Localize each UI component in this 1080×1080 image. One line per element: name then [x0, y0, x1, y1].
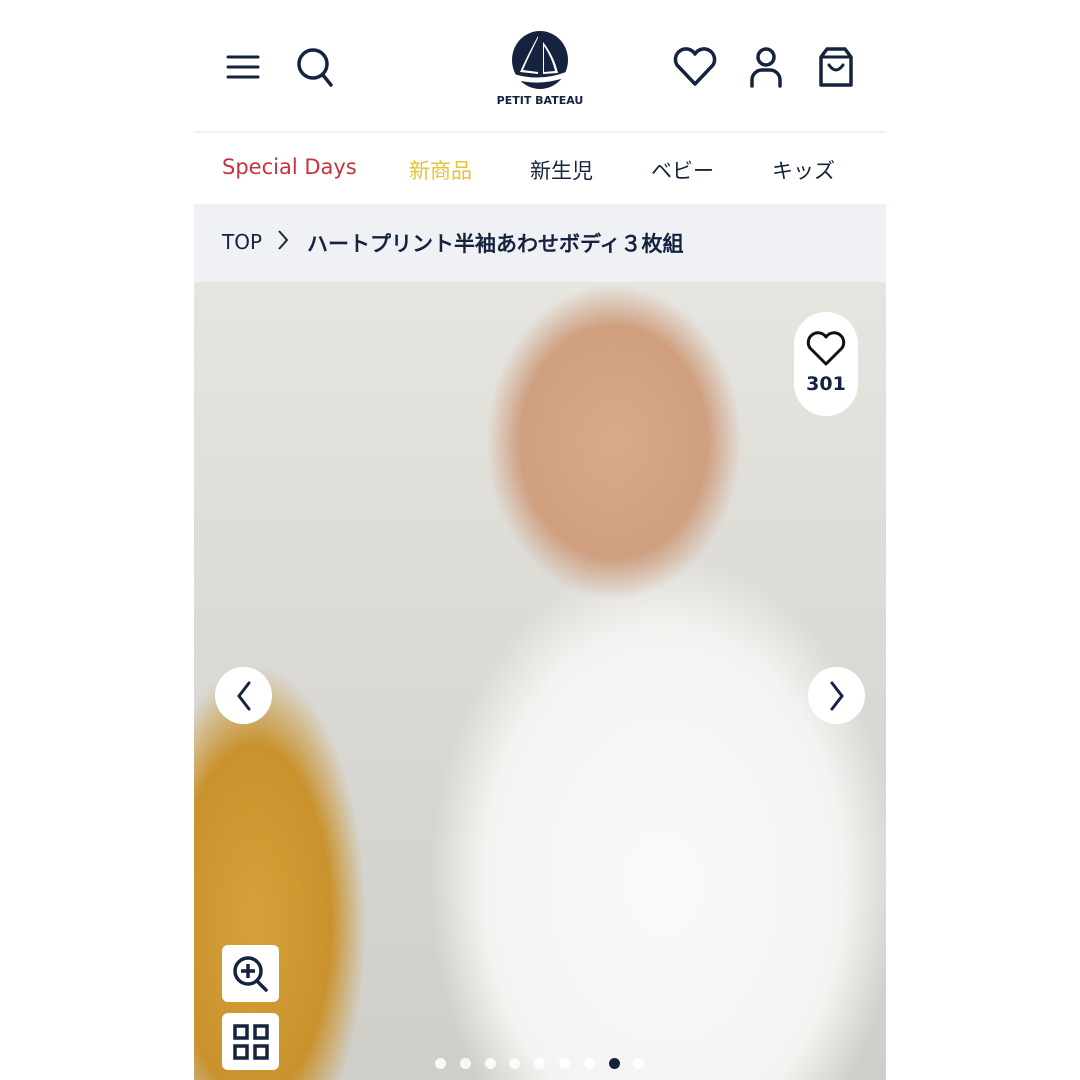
nav-item-special-days[interactable]: Special Days: [222, 155, 357, 179]
prev-slide-button[interactable]: [215, 667, 272, 724]
petit-bateau-logo[interactable]: PETIT BATEAU: [494, 26, 586, 110]
carousel-dot[interactable]: [484, 1058, 496, 1069]
chevron-right-icon: [276, 228, 290, 256]
breadcrumb-home[interactable]: TOP: [222, 230, 262, 254]
breadcrumb: TOP ハートプリント半袖あわせボディ３枚組: [194, 204, 886, 282]
carousel-dot[interactable]: [435, 1058, 446, 1069]
favorite-count: 301: [806, 373, 846, 395]
favorite-button[interactable]: 301: [794, 312, 858, 416]
carousel-pagination: [194, 1058, 886, 1070]
hamburger-menu-icon[interactable]: [224, 48, 262, 86]
category-nav: Special Days 新商品 新生児 ベビー キッズ: [194, 133, 886, 204]
nav-item-new-arrivals[interactable]: 新商品: [409, 155, 472, 185]
product-image-carousel[interactable]: 301: [194, 282, 886, 1080]
grid-view-icon: [232, 1023, 269, 1060]
carousel-dot[interactable]: [633, 1058, 645, 1069]
user-icon[interactable]: [746, 46, 786, 88]
carousel-dot[interactable]: [608, 1058, 620, 1069]
logo-text: PETIT BATEAU: [497, 94, 584, 107]
search-icon[interactable]: [294, 46, 336, 88]
carousel-dot[interactable]: [534, 1058, 546, 1069]
carousel-dot[interactable]: [583, 1058, 595, 1069]
product-page: PETIT BATEAU Special Days 新商品 新生児 ベビー キッ…: [194, 0, 886, 1080]
nav-item-baby[interactable]: ベビー: [651, 155, 714, 185]
zoom-in-icon: [232, 955, 268, 992]
carousel-dot[interactable]: [459, 1058, 471, 1069]
breadcrumb-current: ハートプリント半袖あわせボディ３枚組: [307, 232, 684, 256]
heart-icon[interactable]: [672, 46, 718, 88]
nav-item-newborn[interactable]: 新生児: [530, 155, 593, 185]
shopping-bag-icon[interactable]: [816, 44, 856, 90]
zoom-button[interactable]: [222, 945, 279, 1002]
chevron-left-icon: [236, 681, 250, 710]
next-slide-button[interactable]: [808, 667, 865, 724]
site-header: PETIT BATEAU: [194, 0, 886, 133]
nav-item-kids[interactable]: キッズ: [772, 155, 835, 185]
carousel-dot[interactable]: [559, 1058, 570, 1069]
carousel-dot[interactable]: [509, 1058, 521, 1069]
chevron-right-icon: [830, 681, 844, 710]
heart-outline-icon: [806, 331, 846, 366]
